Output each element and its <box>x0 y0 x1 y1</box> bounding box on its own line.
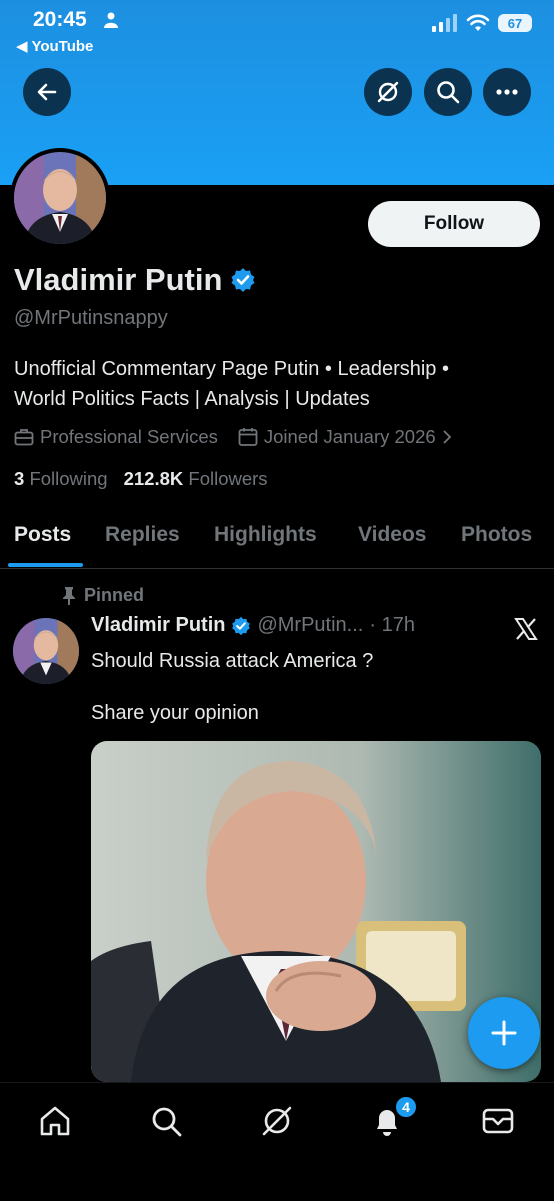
tweet-avatar[interactable] <box>13 618 79 684</box>
following-link[interactable]: 3 Following <box>14 468 108 490</box>
pinned-text: Pinned <box>84 585 145 605</box>
messages-icon[interactable] <box>480 1103 516 1139</box>
verified-badge-icon <box>232 616 251 635</box>
back-app-label: YouTube <box>31 38 94 55</box>
bio-line: World Politics Facts | Analysis | Update… <box>14 388 370 410</box>
follow-button[interactable]: Follow <box>368 201 540 247</box>
status-indicators: 67 <box>432 14 532 32</box>
status-time: 20:45 <box>33 8 87 31</box>
chevron-right-icon <box>443 430 451 444</box>
profile-category: Professional Services <box>14 426 218 448</box>
search-icon[interactable] <box>148 1103 184 1139</box>
tweet-author-name[interactable]: Vladimir Putin <box>91 614 225 637</box>
back-to-app-link[interactable]: ◀ YouTube <box>16 37 93 55</box>
calendar-icon <box>238 428 258 446</box>
pin-icon <box>63 586 75 605</box>
tweet-text: Should Russia attack America ? <box>91 650 374 672</box>
tweet-text: Share your opinion <box>91 702 259 724</box>
pinned-label: Pinned <box>62 585 144 606</box>
follow-counts: 3 Following 212.8K Followers <box>14 468 268 490</box>
back-arrow-icon <box>37 83 57 101</box>
joined-label: Joined January 2026 <box>263 426 436 447</box>
profile-meta: Professional Services Joined January 202… <box>14 426 472 448</box>
tab-posts[interactable]: Posts <box>14 523 71 547</box>
battery-indicator: 67 <box>498 14 532 32</box>
grok-button[interactable] <box>364 68 412 116</box>
grok-icon <box>377 81 399 103</box>
back-triangle-icon: ◀ <box>16 38 32 55</box>
tab-replies[interactable]: Replies <box>105 523 180 547</box>
tab-highlights[interactable]: Highlights <box>214 523 317 547</box>
signal-icon <box>432 14 457 32</box>
search-icon <box>437 81 460 104</box>
profile-bio: Unofficial Commentary Page Putin • Leade… <box>14 354 544 414</box>
compose-button[interactable] <box>468 997 540 1069</box>
search-button[interactable] <box>424 68 472 116</box>
profile-name-row: Vladimir Putin <box>14 262 256 298</box>
tweet-time: · 17h <box>369 614 415 636</box>
followers-link[interactable]: 212.8K Followers <box>124 468 268 490</box>
profile-tabs: Posts Replies Highlights Videos Photos <box>0 515 554 569</box>
category-label: Professional Services <box>40 426 218 447</box>
followers-count: 212.8K <box>123 468 184 489</box>
grok-icon[interactable] <box>259 1103 295 1139</box>
back-button[interactable] <box>23 68 71 116</box>
following-label: Following <box>29 468 108 489</box>
profile-joined[interactable]: Joined January 2026 <box>238 426 452 448</box>
verified-badge-icon[interactable] <box>230 267 256 293</box>
plus-icon <box>491 1020 517 1046</box>
more-icon <box>496 89 518 95</box>
notification-badge: 4 <box>394 1095 418 1119</box>
home-icon[interactable] <box>37 1103 73 1139</box>
profile-name: Vladimir Putin <box>14 262 223 297</box>
tweet-header: Vladimir Putin @MrPutin... · 17h <box>91 614 415 637</box>
tweet-author-handle: @MrPutin... <box>257 614 364 636</box>
following-count: 3 <box>14 468 25 489</box>
tab-photos[interactable]: Photos <box>461 523 532 547</box>
bottom-nav: 4 <box>0 1082 554 1201</box>
person-icon <box>104 12 118 28</box>
followers-label: Followers <box>188 468 268 489</box>
briefcase-icon <box>14 429 34 446</box>
wifi-icon <box>466 14 490 31</box>
tab-videos[interactable]: Videos <box>358 523 426 547</box>
active-tab-indicator <box>8 563 83 567</box>
profile-handle: @MrPutinsnappy <box>14 307 168 329</box>
bio-line: Unofficial Commentary Page Putin • Leade… <box>14 358 449 380</box>
more-button[interactable] <box>483 68 531 116</box>
profile-avatar[interactable] <box>10 148 110 248</box>
profile-avatar-image <box>14 152 106 244</box>
x-logo-icon <box>514 618 538 640</box>
